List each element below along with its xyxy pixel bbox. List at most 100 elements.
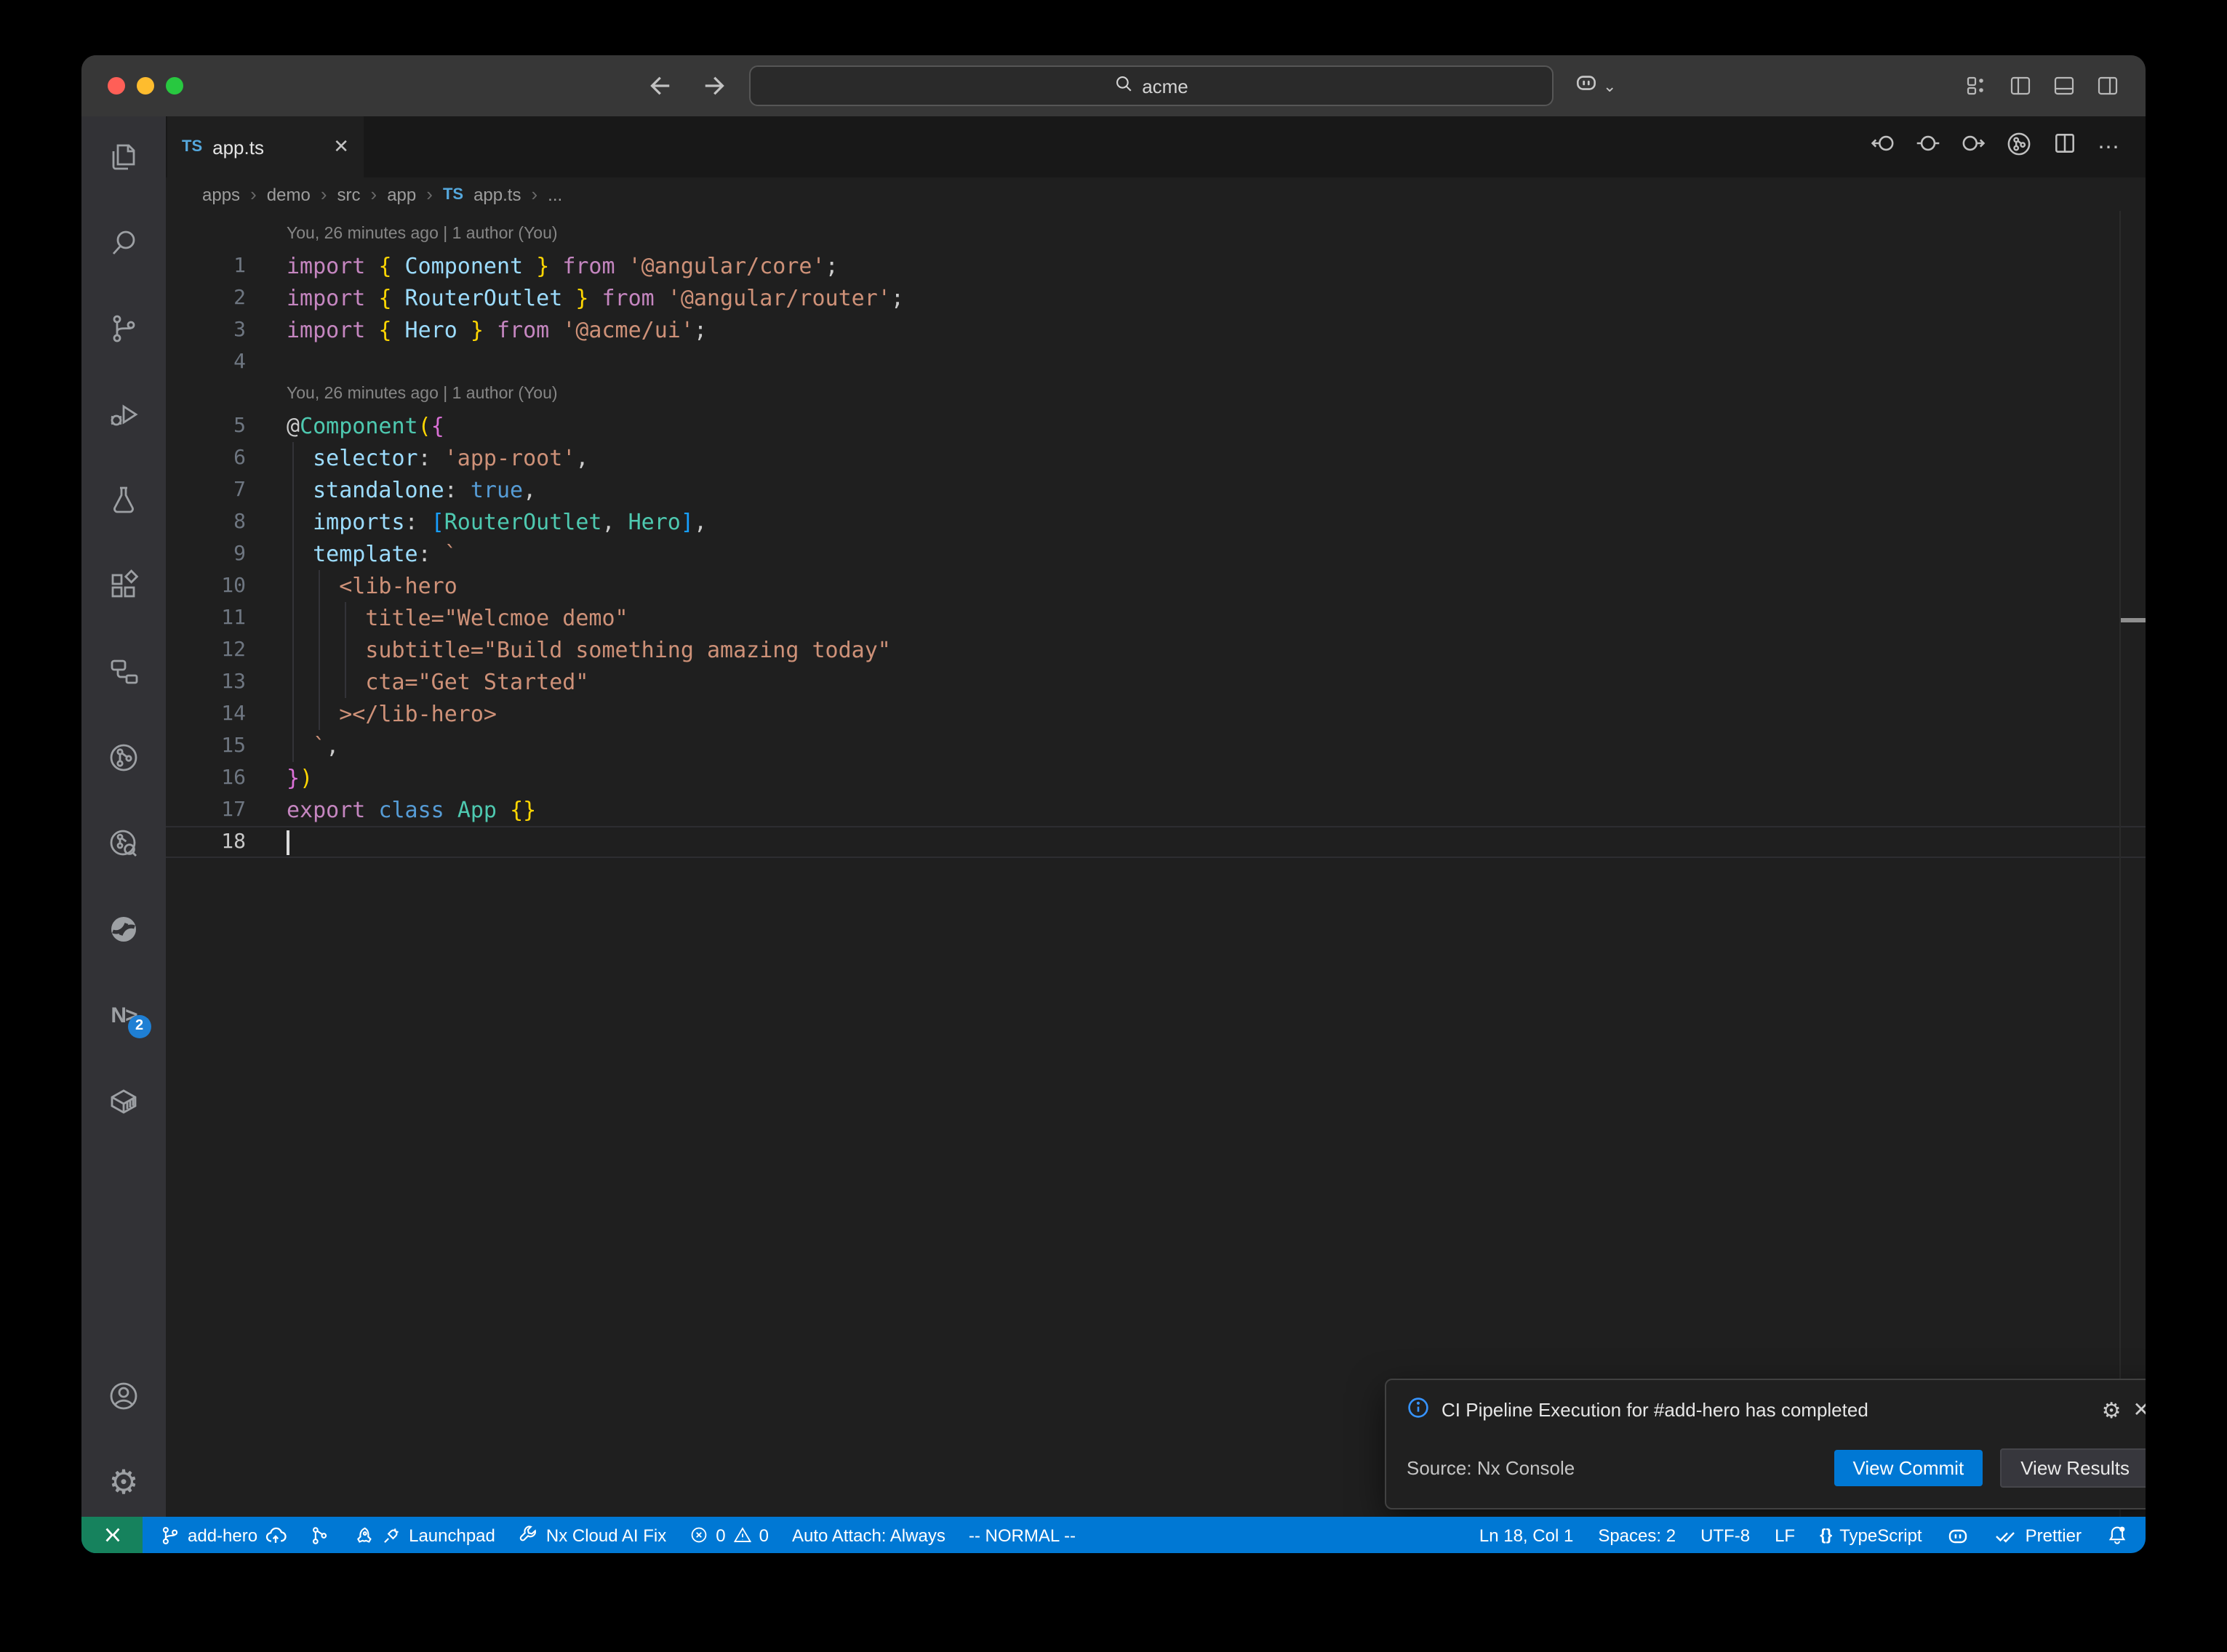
code-editor[interactable]: You, 26 minutes ago | 1 author (You)1imp… (166, 211, 2146, 1517)
nx-console-icon[interactable]: N>2 (106, 998, 141, 1032)
breadcrumb-item[interactable]: ... (548, 184, 562, 204)
extensions-icon[interactable] (106, 569, 141, 604)
view-results-button[interactable]: View Results (2000, 1448, 2146, 1488)
toggle-secondary-sidebar-icon[interactable] (2096, 74, 2119, 105)
overview-ruler-marker (2121, 618, 2146, 622)
launchpad-label: Launchpad (409, 1525, 495, 1545)
code-line[interactable]: 10 <lib-hero (166, 570, 2146, 602)
customize-layout-icon[interactable] (1965, 74, 1988, 105)
code-line[interactable]: 17export class App {} (166, 794, 2146, 826)
tab-strip: TS app.ts ✕ ⋯ (166, 116, 2146, 177)
code-line[interactable]: 12 subtitle="Build something amazing tod… (166, 634, 2146, 666)
code-line[interactable]: 8 imports: [RouterOutlet, Hero], (166, 506, 2146, 538)
notification-title: CI Pipeline Execution for #add-hero has … (1442, 1399, 1868, 1421)
problems-button[interactable]: 0 0 (689, 1525, 769, 1545)
more-actions-icon[interactable]: ⋯ (2098, 134, 2121, 160)
breadcrumb-item[interactable]: demo (267, 184, 311, 204)
breadcrumb-item[interactable]: app (387, 184, 416, 204)
nx-cloud-fix-button[interactable]: Nx Cloud AI Fix (519, 1525, 666, 1545)
remote-indicator[interactable] (81, 1517, 143, 1553)
branch-name: add-hero (188, 1525, 257, 1545)
typescript-file-icon: TS (182, 138, 202, 156)
chevron-right-icon: › (371, 183, 377, 205)
gitlens-next-change-icon[interactable] (1961, 131, 1986, 163)
copilot-icon (1574, 70, 1599, 102)
vscode-window: acme ⌄ (81, 55, 2146, 1553)
code-line[interactable]: 6 selector: 'app-root', (166, 442, 2146, 474)
close-icon[interactable]: ✕ (2133, 1398, 2146, 1422)
code-line[interactable]: 2import { RouterOutlet } from '@angular/… (166, 282, 2146, 314)
search-icon (1114, 74, 1133, 97)
close-tab-icon[interactable]: ✕ (333, 135, 349, 159)
tab-app-ts[interactable]: TS app.ts ✕ (167, 116, 364, 177)
overview-ruler-border (2119, 211, 2121, 1517)
code-line[interactable]: 13 cta="Get Started" (166, 666, 2146, 698)
bell-dot-icon (2106, 1524, 2128, 1546)
notification-settings-icon[interactable]: ⚙ (2102, 1397, 2122, 1423)
git-branch-status[interactable]: add-hero (160, 1524, 287, 1546)
code-line[interactable]: 5@Component({ (166, 410, 2146, 442)
code-line[interactable]: 16}) (166, 762, 2146, 794)
code-line[interactable]: 9 template: ` (166, 538, 2146, 570)
container-icon[interactable] (106, 1083, 141, 1118)
status-bar: add-hero Launchpad Nx Cloud AI Fix 0 0 (81, 1517, 2146, 1553)
command-center-search[interactable]: acme (749, 65, 1554, 106)
accounts-icon[interactable] (106, 1379, 141, 1414)
minimize-window-button[interactable] (137, 77, 154, 95)
vim-mode-indicator[interactable]: -- NORMAL -- (969, 1525, 1076, 1545)
split-editor-icon[interactable] (2052, 131, 2077, 163)
code-line[interactable]: 11 title="Welcmoe demo" (166, 602, 2146, 634)
maximize-window-button[interactable] (166, 77, 183, 95)
azure-swirl-icon[interactable] (106, 912, 141, 947)
breadcrumb-item[interactable]: src (337, 184, 361, 204)
go-forward-icon[interactable] (703, 71, 732, 108)
code-line[interactable]: 4 (166, 346, 2146, 378)
search-view-icon[interactable] (106, 225, 141, 260)
gitlens-prev-change-icon[interactable] (1871, 131, 1895, 163)
launchpad-button[interactable]: Launchpad (353, 1525, 495, 1545)
search-value: acme (1142, 75, 1188, 97)
code-line[interactable]: 15 `, (166, 730, 2146, 762)
remote-icon (101, 1524, 123, 1546)
code-line[interactable]: 3import { Hero } from '@acme/ui'; (166, 314, 2146, 346)
source-control-icon[interactable] (106, 311, 141, 346)
go-back-icon[interactable] (643, 71, 672, 108)
indentation-button[interactable]: Spaces: 2 (1598, 1525, 1676, 1545)
code-line[interactable]: 7 standalone: true, (166, 474, 2146, 506)
cursor-position-button[interactable]: Ln 18, Col 1 (1479, 1525, 1573, 1545)
code-line[interactable]: 1import { Component } from '@angular/cor… (166, 250, 2146, 282)
auto-attach-button[interactable]: Auto Attach: Always (792, 1525, 945, 1545)
testing-icon[interactable] (106, 483, 141, 518)
title-bar: acme ⌄ (81, 55, 2146, 116)
screen: acme ⌄ (0, 0, 2227, 1652)
close-window-button[interactable] (108, 77, 125, 95)
language-mode-button[interactable]: {} TypeScript (1820, 1525, 1922, 1545)
blame-annotation-row[interactable]: You, 26 minutes ago | 1 author (You) (166, 378, 2146, 410)
publish-cloud-icon (265, 1524, 287, 1546)
eol-button[interactable]: LF (1775, 1525, 1795, 1545)
settings-gear-icon[interactable]: ⚙ (106, 1464, 141, 1499)
breadcrumb-item[interactable]: apps (202, 184, 240, 204)
view-commit-button[interactable]: View Commit (1834, 1450, 1983, 1486)
encoding-button[interactable]: UTF-8 (1700, 1525, 1750, 1545)
run-debug-icon[interactable] (106, 397, 141, 432)
copilot-status-button[interactable] (1947, 1523, 1970, 1547)
gitlens-compare-icon[interactable] (1916, 131, 1940, 163)
gitlens-commit-graph-icon[interactable] (2006, 130, 2032, 164)
notifications-bell-button[interactable] (2106, 1524, 2128, 1546)
copilot-menu[interactable]: ⌄ (1574, 70, 1616, 102)
notification-toast: CI Pipeline Execution for #add-hero has … (1385, 1379, 2146, 1509)
code-line[interactable]: 14 ></lib-hero> (166, 698, 2146, 730)
toggle-panel-icon[interactable] (2052, 74, 2076, 105)
explorer-icon[interactable] (106, 140, 141, 175)
formatter-status-button[interactable]: Prettier (1995, 1523, 2082, 1547)
blame-annotation-row[interactable]: You, 26 minutes ago | 1 author (You) (166, 218, 2146, 250)
code-line[interactable]: 18 (166, 826, 2146, 858)
breadcrumb-item[interactable]: app.ts (473, 184, 521, 204)
gitlens-inspect-icon[interactable] (106, 826, 141, 861)
toggle-primary-sidebar-icon[interactable] (2009, 74, 2032, 105)
warning-icon (733, 1525, 752, 1544)
commit-graph-button[interactable] (310, 1525, 330, 1545)
gitlens-graph-icon[interactable] (106, 740, 141, 775)
type-hierarchy-icon[interactable] (106, 654, 141, 689)
